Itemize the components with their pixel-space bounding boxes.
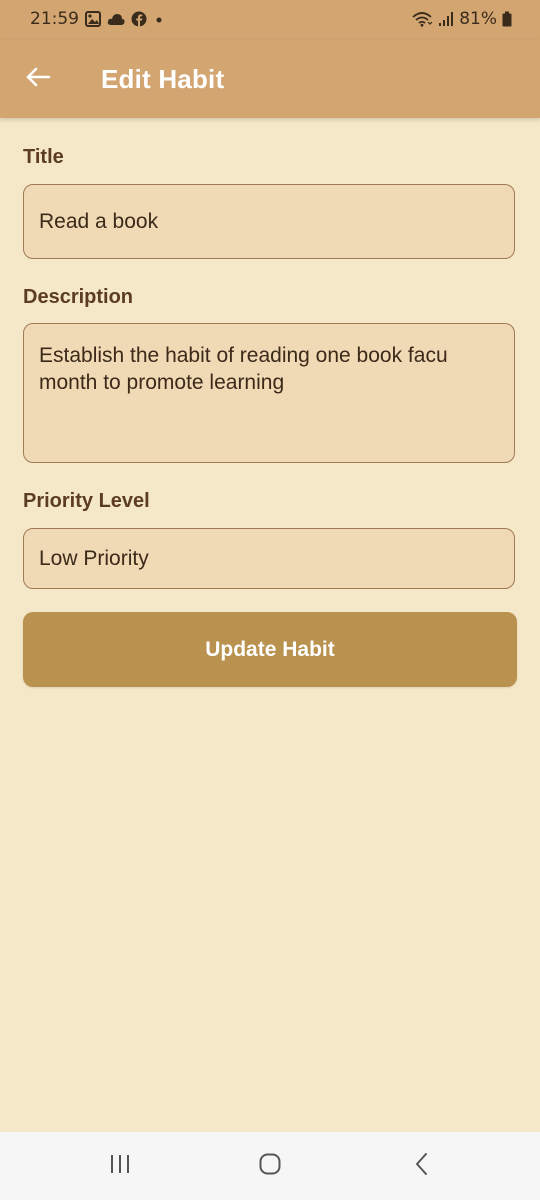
nav-back-button[interactable] (402, 1150, 442, 1182)
description-input-value: Establish the habit of reading one book … (39, 344, 448, 394)
priority-select[interactable]: Low Priority (23, 528, 515, 589)
back-button[interactable] (18, 59, 58, 99)
update-habit-button[interactable]: Update Habit (23, 612, 517, 687)
gallery-icon (85, 11, 101, 27)
navigation-bar (0, 1132, 540, 1200)
cloud-icon (107, 12, 125, 26)
battery-icon (502, 11, 512, 27)
signal-icon (438, 11, 454, 27)
status-time: 21:59 (30, 9, 79, 29)
status-bar: 21:59 81% (0, 0, 540, 40)
notification-dot-icon (153, 13, 165, 25)
recent-apps-icon (108, 1153, 132, 1180)
home-icon (258, 1152, 282, 1181)
title-input[interactable]: Read a book (23, 184, 515, 259)
app-bar: Edit Habit (0, 40, 540, 118)
facebook-icon (131, 11, 147, 27)
back-icon (412, 1152, 432, 1181)
wifi-icon (411, 11, 433, 27)
home-button[interactable] (250, 1150, 290, 1182)
description-input[interactable]: Establish the habit of reading one book … (23, 323, 515, 463)
page-title: Edit Habit (101, 64, 225, 94)
arrow-left-icon (25, 66, 51, 93)
status-left: 21:59 (30, 9, 165, 29)
priority-select-value: Low Priority (39, 547, 149, 570)
battery-percent: 81% (459, 9, 497, 29)
priority-label: Priority Level (23, 490, 150, 512)
title-label: Title (23, 146, 64, 168)
title-input-value: Read a book (39, 210, 159, 233)
update-habit-button-label: Update Habit (205, 637, 335, 661)
description-label: Description (23, 286, 134, 308)
recent-apps-button[interactable] (100, 1150, 140, 1182)
status-right: 81% (411, 9, 512, 29)
